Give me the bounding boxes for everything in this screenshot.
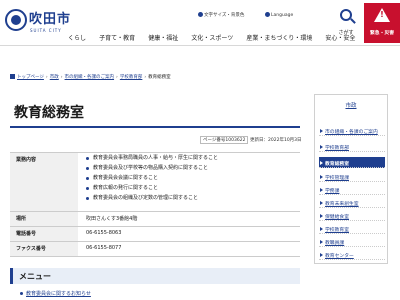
tel-label: 電話番号 bbox=[10, 227, 78, 241]
fax-label: ファクス番号 bbox=[10, 242, 78, 256]
breadcrumb-top[interactable]: トップページ bbox=[17, 75, 44, 80]
sidebar-item-soshiki[interactable]: 市の組織・各課のご案内 bbox=[319, 125, 385, 136]
language-link[interactable]: Language bbox=[265, 12, 293, 18]
page-title: 教育総務室 bbox=[14, 105, 84, 121]
place-label: 場所 bbox=[10, 212, 78, 226]
emergency-button[interactable]: ! 緊急・災害 bbox=[364, 3, 400, 43]
sidebar-item-gakko-kanri[interactable]: 学校管理課 bbox=[319, 171, 385, 182]
table-row: ファクス番号 06-6155-8077 bbox=[10, 242, 300, 257]
search-icon bbox=[340, 9, 352, 21]
sidebar: 市政 市の組織・各課のご案内 学校教育部 教育総務室 学校管理課 学務課 教育未… bbox=[314, 94, 388, 264]
duty-item: 教育委員会会議に関すること bbox=[86, 176, 292, 181]
menu-heading: メニュー bbox=[10, 268, 300, 284]
sidebar-item-kyoiku-center[interactable]: 教育センター bbox=[319, 249, 385, 260]
sidebar-item-gakko-kyoiku[interactable]: 学校教育部 bbox=[319, 141, 385, 152]
table-row: 電話番号 06-6155-8063 bbox=[10, 227, 300, 242]
place-value: 吹田さんくす3番館4階 bbox=[86, 216, 138, 222]
city-emblem-icon bbox=[5, 9, 27, 31]
department-info-table: 業務内容 教育委員会事務局職員の人事・給与・厚生に関すること 教育委員会及び学校… bbox=[10, 152, 300, 257]
globe-icon bbox=[265, 12, 270, 17]
sidebar-item-gakko-kyoiku-shitsu[interactable]: 学校教育室 bbox=[319, 223, 385, 234]
nav-item-kurashi[interactable]: くらし bbox=[68, 33, 86, 42]
emergency-label: 緊急・災害 bbox=[370, 31, 394, 36]
nav-item-sangyo[interactable]: 産業・まちづくり・環境 bbox=[246, 33, 312, 42]
breadcrumb-soshiki[interactable]: 市の組織・各課のご案内 bbox=[65, 75, 115, 80]
home-icon bbox=[10, 74, 15, 79]
tel-value: 06-6155-8063 bbox=[86, 230, 122, 236]
text-size-icon bbox=[198, 12, 203, 17]
table-row: 業務内容 教育委員会事務局職員の人事・給与・厚生に関すること 教育委員会及び学校… bbox=[10, 153, 300, 212]
sidebar-item-gakumu[interactable]: 学務課 bbox=[319, 184, 385, 195]
language-label: Language bbox=[271, 13, 294, 18]
table-row: 場所 吹田さんくす3番館4階 bbox=[10, 212, 300, 227]
search-label: さがす bbox=[338, 30, 354, 36]
breadcrumb-shisei[interactable]: 市政 bbox=[50, 75, 59, 80]
sidebar-title[interactable]: 市政 bbox=[315, 101, 387, 109]
duty-item: 教育広報の発行に関すること bbox=[86, 186, 292, 191]
duty-item: 教育委員会の組織及び定数の管理に関すること bbox=[86, 196, 292, 201]
sidebar-item-kyoiku-somu[interactable]: 教育総務室 bbox=[319, 157, 385, 168]
sidebar-item-mirai-sosei[interactable]: 教育未来創生室 bbox=[319, 197, 385, 208]
breadcrumb-separator: › bbox=[60, 75, 63, 80]
nav-item-kenko[interactable]: 健康・福祉 bbox=[148, 33, 178, 42]
menu-link-news[interactable]: 教育委員会に関するお知らせ bbox=[20, 290, 91, 297]
nav-item-bunka[interactable]: 文化・スポーツ bbox=[191, 33, 233, 42]
breadcrumb-separator: › bbox=[144, 75, 147, 80]
logo-name: 吹田市 bbox=[29, 12, 72, 27]
page-id: ページ番号1003622 bbox=[200, 136, 249, 144]
logo-subtitle: SUITA CITY bbox=[30, 28, 62, 33]
text-size-link[interactable]: 文字サイズ・背景色 bbox=[198, 12, 244, 18]
breadcrumb: トップページ › 市政 › 市の組織・各課のご案内 › 学校教育部 › 教育総務室 bbox=[10, 74, 171, 80]
nav-item-kosodate[interactable]: 子育て・教育 bbox=[99, 33, 135, 42]
updated-date: 更新日：2022年10月3日 bbox=[250, 138, 302, 143]
breadcrumb-gakko[interactable]: 学校教育部 bbox=[120, 75, 143, 80]
title-divider bbox=[10, 126, 300, 128]
duty-item: 教育委員会事務局職員の人事・給与・厚生に関すること bbox=[86, 156, 292, 161]
breadcrumb-separator: › bbox=[116, 75, 118, 80]
duties-label: 業務内容 bbox=[10, 153, 78, 211]
duty-item: 教育委員会及び学校等の物品購入契約に関すること bbox=[86, 166, 292, 171]
site-logo[interactable]: 吹田市 SUITA CITY bbox=[5, 6, 70, 40]
fax-value: 06-6155-8077 bbox=[86, 245, 122, 251]
duties-list: 教育委員会事務局職員の人事・給与・厚生に関すること 教育委員会及び学校等の物品購… bbox=[78, 153, 300, 211]
breadcrumb-current: 教育総務室 bbox=[148, 75, 171, 80]
site-header: 吹田市 SUITA CITY 文字サイズ・背景色 Language くらし 子育… bbox=[0, 0, 400, 46]
breadcrumb-separator: › bbox=[45, 75, 48, 80]
search-button[interactable]: さがす bbox=[330, 5, 362, 41]
sidebar-item-hoken-kyushoku[interactable]: 保健給食室 bbox=[319, 210, 385, 221]
text-size-label: 文字サイズ・背景色 bbox=[204, 13, 245, 18]
warning-mark: ! bbox=[380, 10, 384, 19]
sidebar-item-kyoshokuin[interactable]: 教職員課 bbox=[319, 236, 385, 247]
